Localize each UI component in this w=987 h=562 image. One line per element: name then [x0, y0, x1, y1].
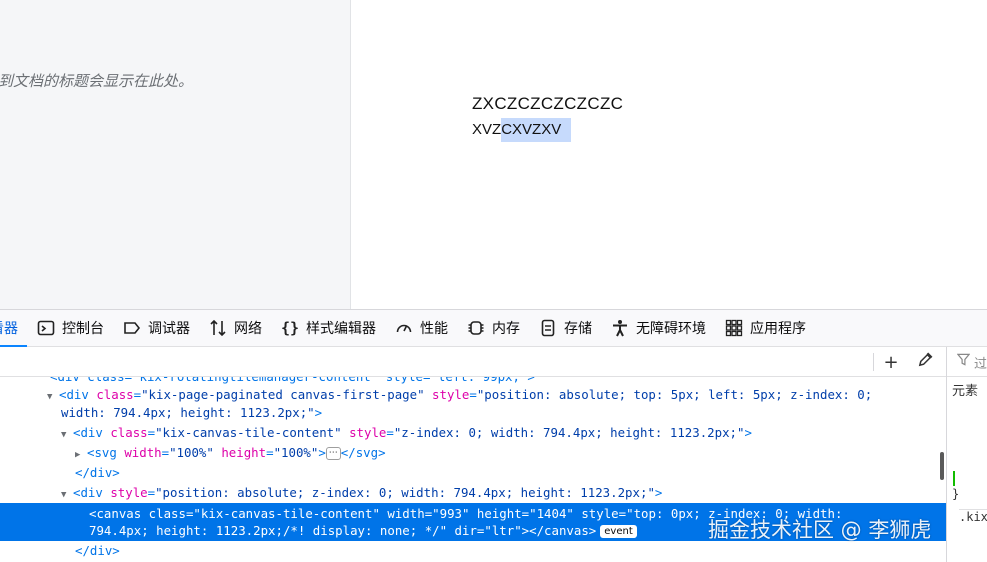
document-text-line-1[interactable]: ZXCZCZCZCZCZC	[472, 94, 623, 114]
tab-performance[interactable]: 性能	[385, 310, 457, 346]
event-badge[interactable]: event	[600, 525, 637, 538]
tab-storage[interactable]: 存储	[529, 310, 601, 346]
watermark: 掘金技术社区 @ 李狮虎	[708, 518, 932, 542]
document-outline-panel: 到文档的标题会显示在此处。	[0, 0, 351, 309]
tab-label: 调试器	[148, 321, 190, 337]
tab-label: 查看器	[0, 321, 18, 337]
performance-icon	[394, 318, 414, 338]
markup-line-tile-div[interactable]: ▼ <div class="kix-canvas-tile-content" st…	[61, 423, 946, 443]
markup-line-svg[interactable]: ▶ <svg width="100%" height="100%"> ⋯ </svg>	[75, 443, 946, 463]
markup-line-close-div-2[interactable]: </div>	[75, 541, 946, 561]
tab-label: 样式编辑器	[306, 321, 376, 337]
collapsed-children-badge[interactable]: ⋯	[325, 447, 341, 460]
markup-line-page-div-cont[interactable]: width: 794.4px; height: 1123.2px;">	[61, 403, 946, 423]
tab-application[interactable]: 应用程序	[715, 310, 815, 346]
markup-scrollbar-thumb[interactable]	[940, 452, 944, 480]
tab-label: 控制台	[62, 321, 104, 337]
tab-label: 内存	[492, 321, 520, 337]
tab-label: 存储	[564, 321, 592, 337]
tab-label: 网络	[234, 321, 262, 337]
collapse-twisty-icon[interactable]: ▼	[61, 485, 73, 505]
collapse-twisty-icon[interactable]: ▼	[47, 387, 59, 407]
accessibility-icon	[610, 318, 630, 338]
markup-line-close-div[interactable]: </div>	[75, 463, 946, 483]
eyedropper-button[interactable]	[913, 351, 937, 373]
eyedropper-icon	[917, 351, 934, 373]
document-text-line-2[interactable]: XVZCXVZXV	[472, 118, 572, 142]
tab-label: 应用程序	[750, 321, 806, 337]
tab-debugger[interactable]: 调试器	[113, 310, 199, 346]
tab-label: 性能	[420, 321, 448, 337]
devtools-tab-bar: 查看器 控制台 调试器 网络 {} 样式编辑器 性能 内存	[0, 309, 987, 347]
element-rule-label: 元素	[952, 384, 979, 399]
rule-changed-marker	[953, 471, 955, 486]
tab-inspector[interactable]: 查看器	[0, 310, 27, 347]
style-editor-icon: {}	[280, 319, 300, 337]
document-canvas[interactable]: ZXCZCZCZCZCZC XVZCXVZXV	[352, 0, 987, 309]
filter-icon	[956, 353, 971, 370]
markup-line-page-div[interactable]: ▼ <div class="kix-page-paginated canvas-f…	[47, 385, 946, 405]
tab-accessibility[interactable]: 无障碍环境	[601, 310, 715, 346]
document-text-selection[interactable]: CXVZXV	[501, 118, 572, 142]
rules-panel: 过 元素 } .kix-	[946, 347, 987, 562]
tab-memory[interactable]: 内存	[457, 310, 529, 346]
filter-placeholder: 过	[974, 357, 987, 372]
toolbar-separator	[873, 353, 874, 371]
document-text-plain: XVZ	[472, 121, 502, 138]
rule-selector[interactable]: .kix-	[959, 509, 987, 524]
memory-icon	[466, 318, 486, 338]
tab-console[interactable]: 控制台	[27, 310, 113, 346]
rules-filter[interactable]: 过	[947, 347, 987, 377]
add-node-button[interactable]: +	[879, 351, 903, 373]
storage-icon	[538, 318, 558, 338]
console-icon	[36, 318, 56, 338]
network-icon	[208, 318, 228, 338]
inspector-toolbar: +	[0, 347, 946, 377]
debugger-icon	[122, 318, 142, 338]
rule-close-brace: }	[952, 487, 960, 501]
collapse-twisty-icon[interactable]: ▼	[61, 425, 73, 445]
expand-twisty-icon[interactable]: ▶	[75, 445, 87, 465]
markup-line-abs-div[interactable]: ▼ <div style="position: absolute; z-index…	[61, 483, 946, 503]
tab-style-editor[interactable]: {} 样式编辑器	[271, 310, 385, 346]
tab-network[interactable]: 网络	[199, 310, 271, 346]
tab-label: 无障碍环境	[636, 321, 706, 337]
application-icon	[724, 318, 744, 338]
outline-hint-text: 到文档的标题会显示在此处。	[0, 72, 194, 90]
